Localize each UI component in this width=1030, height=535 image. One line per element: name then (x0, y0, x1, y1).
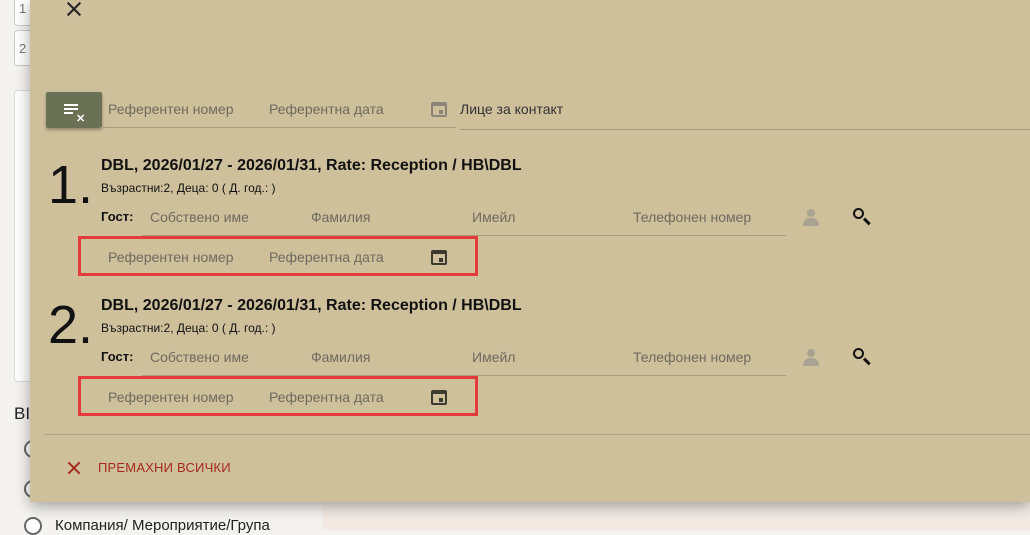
background-radio-label: Компания/ Мероприятие/Група (55, 517, 270, 534)
clear-filter-button[interactable]: ✕ (46, 92, 102, 128)
room-reference-number-input[interactable] (100, 238, 261, 276)
room-title: DBL, 2026/01/27 - 2026/01/31, Rate: Rece… (101, 297, 522, 314)
room-title: DBL, 2026/01/27 - 2026/01/31, Rate: Rece… (101, 157, 522, 174)
top-reference-date-input[interactable] (261, 90, 456, 127)
top-reference-number-input[interactable] (100, 90, 261, 127)
guest-phone-field[interactable] (625, 198, 786, 236)
room-reference-date-input[interactable] (261, 238, 456, 276)
guest-email-field[interactable] (464, 338, 625, 376)
guest-last-name-input[interactable] (303, 198, 464, 235)
divider (44, 434, 1030, 435)
room-index: 2. (48, 295, 94, 355)
guest-label: Гост: (101, 349, 134, 364)
room-occupancy: Възрастни:2, Деца: 0 ( Д. год.: ) (101, 321, 276, 335)
guest-first-name-field[interactable] (142, 338, 303, 376)
guest-first-name-input[interactable] (142, 198, 303, 235)
guest-details-dialog: ✕ Лице за контакт 1. DBL, 2026/01/27 - 2… (30, 0, 1030, 502)
clear-filter-icon-line (64, 108, 78, 110)
contact-person-field[interactable]: Лице за контакт (460, 90, 1030, 130)
background-panel (322, 502, 1030, 530)
guest-first-name-input[interactable] (142, 338, 303, 375)
room-reference-date-field[interactable] (261, 378, 456, 416)
guest-phone-input[interactable] (625, 338, 786, 375)
guest-phone-input[interactable] (625, 198, 786, 235)
search-icon[interactable] (852, 347, 872, 367)
clear-filter-icon (64, 104, 78, 106)
room-reference-date-input[interactable] (261, 378, 456, 416)
person-icon[interactable] (801, 347, 821, 367)
background-heading: ВІ (14, 404, 31, 423)
guest-email-field[interactable] (464, 198, 625, 236)
room-occupancy: Възрастни:2, Деца: 0 ( Д. год.: ) (101, 181, 276, 195)
background-radio-3[interactable] (24, 517, 42, 535)
room-reference-number-field[interactable] (100, 378, 261, 416)
guest-last-name-field[interactable] (303, 198, 464, 236)
person-icon[interactable] (801, 207, 821, 227)
guest-last-name-field[interactable] (303, 338, 464, 376)
room-reference-date-field[interactable] (261, 238, 456, 276)
room-reference-number-input[interactable] (100, 378, 261, 416)
guest-last-name-input[interactable] (303, 338, 464, 375)
close-icon[interactable] (62, 0, 86, 22)
clear-filter-icon-line (64, 112, 73, 114)
calendar-icon[interactable] (429, 247, 449, 267)
top-reference-number-field[interactable] (100, 90, 261, 128)
guest-first-name-field[interactable] (142, 198, 303, 236)
guest-email-input[interactable] (464, 198, 625, 235)
guest-label: Гост: (101, 209, 134, 224)
close-icon (66, 458, 82, 478)
search-icon[interactable] (852, 207, 872, 227)
remove-all-label: ПРЕМАХНИ ВСИЧКИ (98, 460, 231, 475)
calendar-icon[interactable] (429, 387, 449, 407)
calendar-icon[interactable] (429, 99, 449, 119)
room-index: 1. (48, 155, 94, 215)
guest-phone-field[interactable] (625, 338, 786, 376)
guest-email-input[interactable] (464, 338, 625, 375)
top-reference-date-field[interactable] (261, 90, 456, 128)
clear-filter-x: ✕ (76, 113, 86, 125)
room-reference-number-field[interactable] (100, 238, 261, 276)
